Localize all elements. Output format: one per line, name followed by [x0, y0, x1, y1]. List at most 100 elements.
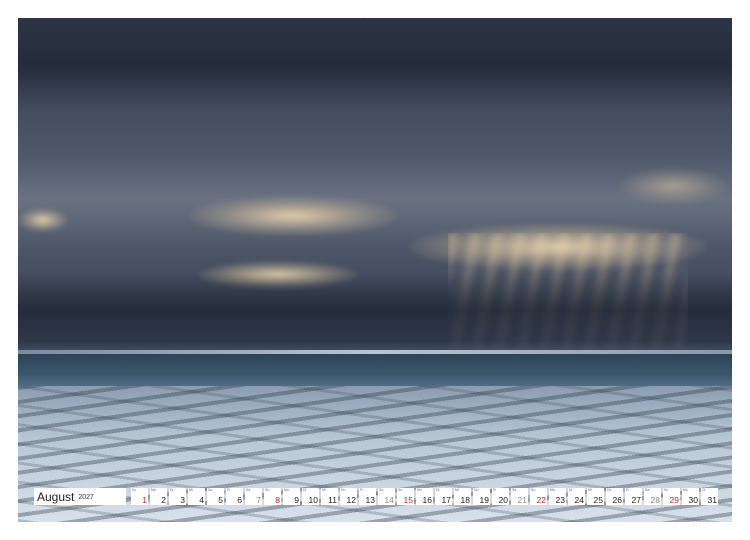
weekday-label: So	[265, 488, 270, 492]
day-number: 26	[612, 494, 622, 505]
day-number: 2	[161, 494, 166, 505]
weekday-label: Sa	[645, 488, 650, 492]
weekday-label: Mo	[683, 488, 688, 492]
day-cell: Mo 9	[283, 488, 300, 505]
day-number: 19	[479, 494, 489, 505]
day-cells: So 1 Mo 2 Di 3 Mi 4 Do 5 Fr 6 Sa 7 So 8 Mo 9 Di 10 Mi 11 Do 12 F…	[131, 488, 720, 505]
day-number: 16	[422, 494, 432, 505]
day-cell: Fr 6	[226, 488, 243, 505]
day-cell: Di 10	[302, 488, 319, 505]
sea	[18, 354, 732, 388]
weekday-label: Mi	[588, 488, 592, 492]
weekday-label: Mi	[189, 488, 193, 492]
day-cell: Mo 23	[549, 488, 566, 505]
day-number: 20	[498, 494, 508, 505]
day-number: 28	[650, 494, 660, 505]
day-number: 6	[237, 494, 242, 505]
day-number: 24	[574, 494, 584, 505]
day-number: 15	[403, 494, 413, 505]
day-cell: Do 19	[473, 488, 490, 505]
day-number: 5	[218, 494, 223, 505]
day-number: 9	[294, 494, 299, 505]
weekday-label: Di	[436, 488, 440, 492]
weekday-label: Mo	[151, 488, 156, 492]
weekday-label: Mo	[550, 488, 555, 492]
light-cloud	[188, 196, 398, 236]
day-number: 3	[180, 494, 185, 505]
weekday-label: Sa	[246, 488, 251, 492]
weekday-label: So	[664, 488, 669, 492]
day-number: 25	[593, 494, 603, 505]
day-number: 22	[536, 494, 546, 505]
day-cell: Mi 11	[321, 488, 338, 505]
dark-cloud-band-lower	[18, 273, 732, 348]
day-number: 1	[142, 494, 147, 505]
month-year: 2027	[78, 494, 94, 501]
day-cell: Mi 18	[454, 488, 471, 505]
light-cloud	[18, 208, 68, 232]
day-cell: Fr 27	[625, 488, 642, 505]
day-number: 30	[688, 494, 698, 505]
day-cell: Di 3	[169, 488, 186, 505]
day-number: 11	[328, 494, 337, 505]
weekday-label: Di	[170, 488, 174, 492]
weekday-label: So	[398, 488, 403, 492]
day-cell: Mi 4	[188, 488, 205, 505]
weekday-label: Di	[702, 488, 706, 492]
day-number: 4	[199, 494, 204, 505]
day-cell: So 29	[663, 488, 680, 505]
weekday-label: Fr	[227, 488, 231, 492]
weekday-label: Sa	[512, 488, 517, 492]
day-cell: Sa 14	[378, 488, 395, 505]
calendar-strip: August 2027 So 1 Mo 2 Di 3 Mi 4 Do 5 Fr 6 Sa 7 So 8 Mo 9 D…	[34, 488, 720, 505]
day-cell: So 15	[397, 488, 414, 505]
day-number: 27	[631, 494, 641, 505]
day-cell: Di 17	[435, 488, 452, 505]
weekday-label: Fr	[360, 488, 364, 492]
day-cell: Di 24	[568, 488, 585, 505]
weekday-label: Mi	[322, 488, 326, 492]
day-cell: Sa 7	[245, 488, 262, 505]
day-number: 13	[365, 494, 375, 505]
day-cell: Do 12	[340, 488, 357, 505]
weekday-label: Sa	[379, 488, 384, 492]
day-cell: Mo 2	[150, 488, 167, 505]
day-cell: Mi 25	[587, 488, 604, 505]
day-cell: So 8	[264, 488, 281, 505]
day-number: 12	[346, 494, 356, 505]
weekday-label: Di	[303, 488, 307, 492]
weekday-label: Do	[208, 488, 213, 492]
weekday-label: So	[132, 488, 137, 492]
day-cell: Sa 28	[644, 488, 661, 505]
weekday-label: Mo	[417, 488, 422, 492]
day-cell: Mo 16	[416, 488, 433, 505]
day-cell: Do 26	[606, 488, 623, 505]
dark-cloud-band-top	[18, 18, 732, 108]
light-cloud	[618, 168, 728, 204]
weekday-label: Mo	[284, 488, 289, 492]
day-cell: Sa 21	[511, 488, 528, 505]
weekday-label: So	[531, 488, 536, 492]
day-number: 10	[308, 494, 318, 505]
day-cell: Mo 30	[682, 488, 699, 505]
weekday-label: Mi	[455, 488, 459, 492]
day-number: 14	[384, 494, 394, 505]
day-number: 23	[555, 494, 565, 505]
day-cell: Fr 20	[492, 488, 509, 505]
weekday-label: Fr	[493, 488, 497, 492]
weekday-label: Do	[341, 488, 346, 492]
weekday-label: Di	[569, 488, 573, 492]
day-number: 31	[707, 494, 717, 505]
weekday-label: Fr	[626, 488, 630, 492]
landscape-photo	[18, 18, 732, 522]
weekday-label: Do	[607, 488, 612, 492]
day-cell: Fr 13	[359, 488, 376, 505]
day-number: 18	[460, 494, 470, 505]
day-cell: Di 31	[701, 488, 718, 505]
day-cell: Do 5	[207, 488, 224, 505]
day-number: 7	[256, 494, 261, 505]
day-cell: So 22	[530, 488, 547, 505]
day-cell: So 1	[131, 488, 148, 505]
weekday-label: Do	[474, 488, 479, 492]
day-number: 29	[669, 494, 679, 505]
